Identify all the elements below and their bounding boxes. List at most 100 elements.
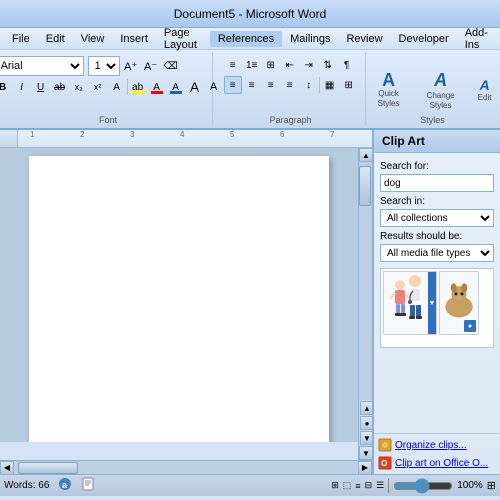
scroll-next-btn[interactable]: ▼ (360, 431, 372, 445)
menu-developer[interactable]: Developer (391, 31, 457, 47)
font-size-select[interactable]: 12 (88, 56, 120, 76)
scroll-thumb[interactable] (359, 166, 371, 206)
view-web-btn[interactable]: ≡ (355, 481, 360, 491)
align-center-btn[interactable]: ≡ (243, 76, 261, 94)
styles-group-label: Styles (420, 115, 445, 125)
document-icon[interactable] (81, 477, 95, 494)
italic-btn[interactable]: I (13, 78, 31, 96)
scroll-track[interactable] (359, 162, 372, 400)
thumb-dropdown[interactable]: ▼ (428, 272, 436, 334)
word-count: Words: 66 (4, 480, 49, 491)
document-area: 1 2 3 4 5 6 7 ▲ (0, 130, 372, 474)
document-page[interactable] (29, 156, 329, 442)
vertical-scrollbar[interactable]: ▲ ▲ ● ▼ ▼ (358, 148, 372, 460)
quick-styles-btn[interactable]: A Quick Styles (365, 68, 413, 111)
menu-review[interactable]: Review (338, 31, 390, 47)
h-scroll-thumb[interactable] (18, 462, 78, 474)
underline-btn[interactable]: U (32, 78, 50, 96)
texteffect-btn[interactable]: A (108, 78, 126, 96)
shading-btn[interactable]: ▦ (321, 76, 339, 94)
status-bar: Words: 66 a ✓ ⊞ ⬚ ≡ ⊟ ☰ 100% ⊞ (0, 474, 500, 496)
search-input[interactable] (380, 174, 494, 192)
scroll-right-btn[interactable]: ▶ (358, 461, 372, 475)
results-select[interactable]: All media file types (380, 244, 494, 262)
zoom-expand-btn[interactable]: ⊞ (487, 479, 496, 492)
scroll-left-btn[interactable]: ◀ (0, 461, 14, 475)
ruler-marks: 1 2 3 4 5 6 7 (20, 130, 370, 147)
show-all-btn[interactable]: ¶ (338, 56, 356, 74)
view-full-btn[interactable]: ⬚ (343, 480, 352, 491)
clip-results-area: ▼ ● (380, 268, 494, 348)
h-scroll-track[interactable] (14, 461, 358, 474)
document-scroll[interactable] (0, 148, 358, 442)
clear-format-btn[interactable]: ⌫ (162, 57, 180, 75)
paragraph-controls: ≡ 1≡ ⊞ ⇤ ⇥ ⇅ ¶ ≡ ≡ ≡ ≡ ↕ ▦ ⊞ (224, 54, 358, 124)
strikethrough-btn[interactable]: ab (51, 78, 69, 96)
menu-mailings[interactable]: Mailings (282, 31, 338, 47)
decrease-indent-btn[interactable]: ⇤ (281, 56, 299, 74)
office-link[interactable]: O Clip art on Office O... (374, 454, 500, 472)
menu-addins[interactable]: Add-Ins (457, 25, 496, 53)
spell-check-icon[interactable]: a ✓ (57, 477, 73, 494)
ribbon-content: Arial 12 A⁺ A⁻ ⌫ B I U ab x₂ x² A (0, 50, 500, 128)
view-print-btn[interactable]: ⊞ (331, 480, 339, 491)
ruler-mark-6: 6 (280, 130, 284, 139)
subscript-btn[interactable]: x₂ (70, 78, 88, 96)
title-text: Document5 - Microsoft Word (174, 7, 327, 21)
menu-insert[interactable]: Insert (112, 31, 156, 47)
status-separator (388, 479, 389, 493)
extra-scroll-btns: ▲ ● ▼ (359, 400, 372, 446)
title-bar: Document5 - Microsoft Word (0, 0, 500, 28)
change-styles-btn[interactable]: A Change Styles (417, 67, 465, 113)
corner-box (0, 130, 18, 148)
office-link-text: Clip art on Office O... (395, 458, 488, 469)
scroll-down-btn[interactable]: ▼ (359, 446, 372, 460)
view-outline-btn[interactable]: ⊟ (365, 480, 373, 491)
clip-thumb-2[interactable]: ● (439, 271, 479, 335)
justify-btn[interactable]: ≡ (281, 76, 299, 94)
font-color-btn[interactable]: A (148, 78, 166, 96)
zoom-level: 100% (457, 480, 483, 491)
search-in-select[interactable]: All collections (380, 209, 494, 227)
edit-btn[interactable]: A Edit (469, 74, 500, 106)
superscript-btn[interactable]: x² (89, 78, 107, 96)
menu-edit[interactable]: Edit (38, 31, 73, 47)
scroll-up-btn[interactable]: ▲ (359, 148, 372, 162)
menu-view[interactable]: View (73, 31, 113, 47)
menu-pagelayout[interactable]: Page Layout (156, 25, 210, 53)
sort-btn[interactable]: ⇅ (319, 56, 337, 74)
align-right-btn[interactable]: ≡ (262, 76, 280, 94)
font-color2-btn[interactable]: A (167, 78, 185, 96)
scroll-prev-btn[interactable]: ▲ (360, 401, 372, 415)
borders-btn[interactable]: ⊞ (340, 76, 358, 94)
bullets-btn[interactable]: ≡ (224, 56, 242, 74)
main-area: 1 2 3 4 5 6 7 ▲ (0, 130, 500, 474)
highlight-btn[interactable]: ab (129, 78, 147, 96)
menu-file[interactable]: File (4, 31, 38, 47)
ribbon: Arial 12 A⁺ A⁻ ⌫ B I U ab x₂ x² A (0, 50, 500, 130)
increase-indent-btn[interactable]: ⇥ (300, 56, 318, 74)
numbering-btn[interactable]: 1≡ (243, 56, 261, 74)
linespace-btn[interactable]: ↕ (300, 76, 318, 94)
align-left-btn[interactable]: ≡ (224, 76, 242, 94)
font-size-a1[interactable]: A (186, 78, 204, 96)
quick-styles-label: Quick Styles (368, 89, 410, 108)
menu-references[interactable]: References (210, 31, 282, 47)
ruler-mark-2: 2 (80, 130, 84, 139)
view-draft-btn[interactable]: ☰ (376, 480, 384, 491)
shrink-font-btn[interactable]: A⁻ (142, 57, 160, 75)
svg-text:✓: ✓ (66, 482, 72, 489)
bold-btn[interactable]: B (0, 78, 12, 96)
horizontal-scrollbar[interactable]: ◀ ▶ (0, 460, 372, 474)
styles-controls: A Quick Styles A Change Styles A Edit (365, 54, 500, 124)
edit-label: Edit (478, 93, 492, 103)
font-name-select[interactable]: Arial (0, 56, 84, 76)
zoom-slider[interactable] (393, 482, 453, 490)
multilevel-btn[interactable]: ⊞ (262, 56, 280, 74)
organize-clips-link[interactable]: Organize clips... (374, 436, 500, 454)
grow-font-btn[interactable]: A⁺ (122, 57, 140, 75)
select-browse-btn[interactable]: ● (360, 416, 372, 430)
clip-thumb-1[interactable]: ▼ (383, 271, 437, 335)
doc-scroll-area: ▲ ▲ ● ▼ ▼ (0, 148, 372, 460)
menu-bar: File Edit View Insert Page Layout Refere… (0, 28, 500, 50)
